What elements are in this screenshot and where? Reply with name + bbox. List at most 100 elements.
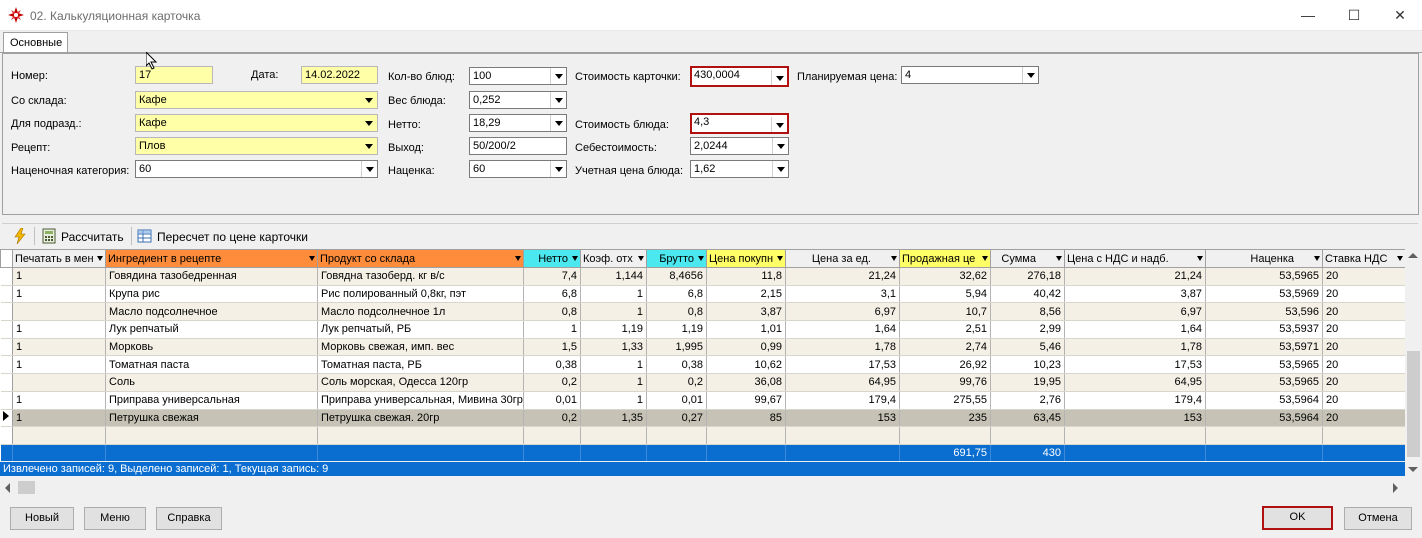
- podrazd-select[interactable]: Кафе: [135, 114, 378, 132]
- grid-cell[interactable]: 20: [1322, 285, 1405, 304]
- grid-cell[interactable]: 1: [580, 355, 647, 375]
- grid-cell[interactable]: 0,38: [646, 355, 707, 375]
- grid-cell[interactable]: 1,35: [580, 409, 647, 428]
- grid-cell[interactable]: 20: [1322, 373, 1405, 392]
- grid-cell[interactable]: Крупа рис: [105, 285, 318, 304]
- grid-cell[interactable]: 53,5965: [1205, 373, 1323, 392]
- grid-cell[interactable]: Петрушка свежая. 20гр: [317, 409, 524, 428]
- empty-row[interactable]: [0, 426, 1405, 445]
- grid-cell[interactable]: 1: [580, 373, 647, 392]
- grid-cell[interactable]: 36,08: [706, 373, 786, 392]
- grid-cell[interactable]: Говядина тазобедренная: [105, 267, 318, 286]
- col-header-nacenka[interactable]: Наценка: [1205, 249, 1323, 268]
- col-header-cena-ed[interactable]: Цена за ед.: [785, 249, 900, 268]
- grid-cell[interactable]: 10,7: [899, 302, 991, 322]
- grid-cell[interactable]: 11,8: [706, 267, 786, 286]
- vertical-scrollbar[interactable]: [1405, 249, 1422, 478]
- table-row[interactable]: 1 Приправа универсальная Приправа универса…: [0, 391, 1405, 410]
- grid-cell[interactable]: 6,97: [785, 302, 900, 322]
- grid-cell[interactable]: 26,92: [899, 355, 991, 375]
- grid-cell[interactable]: 276,18: [990, 267, 1065, 286]
- grid-cell[interactable]: 1,78: [1064, 338, 1206, 357]
- grid-cell[interactable]: 2,99: [990, 320, 1065, 339]
- grid-cell[interactable]: 1,01: [706, 320, 786, 339]
- grid-cell[interactable]: 1: [12, 391, 106, 410]
- grid-cell[interactable]: 153: [1064, 409, 1206, 428]
- grid-cell[interactable]: 3,87: [706, 302, 786, 322]
- grid-cell[interactable]: 64,95: [1064, 373, 1206, 392]
- grid-cell[interactable]: 20: [1322, 338, 1405, 357]
- grid-cell[interactable]: 53,5965: [1205, 355, 1323, 375]
- grid-cell[interactable]: 40,42: [990, 285, 1065, 304]
- table-row[interactable]: 1 Томатная паста Томатная паста, РБ 0,38 1 0,…: [0, 355, 1405, 375]
- grid-cell[interactable]: 0,8: [523, 302, 581, 322]
- table-row[interactable]: 1 Говядина тазобедренная Говядна тазоберд.…: [0, 267, 1405, 286]
- grid-cell[interactable]: 8,56: [990, 302, 1065, 322]
- horizontal-scrollbar[interactable]: [0, 479, 1422, 496]
- table-row[interactable]: 1 Морковь Морковь свежая, имп. вес 1,5 1,33 1…: [0, 338, 1405, 357]
- col-header-print[interactable]: Печатать в мен: [12, 249, 106, 268]
- chevron-down-icon[interactable]: [550, 92, 566, 108]
- row-indicator[interactable]: [0, 267, 13, 286]
- grid-cell[interactable]: 19,95: [990, 373, 1065, 392]
- scroll-thumb[interactable]: [1407, 351, 1420, 457]
- col-header-stavka-nds[interactable]: Ставка НДС: [1322, 249, 1405, 268]
- grid-cell[interactable]: 53,5937: [1205, 320, 1323, 339]
- calculate-button[interactable]: Рассчитать: [61, 230, 124, 250]
- row-indicator[interactable]: [0, 409, 13, 428]
- grid-cell[interactable]: 1,995: [646, 338, 707, 357]
- uchet-field[interactable]: 1,62: [690, 160, 789, 178]
- col-header-prodazh[interactable]: Продажная це: [899, 249, 991, 268]
- grid-cell[interactable]: 10,23: [990, 355, 1065, 375]
- grid-cell[interactable]: 20: [1322, 355, 1405, 375]
- grid-cell[interactable]: 179,4: [785, 391, 900, 410]
- netto-field[interactable]: 18,29: [469, 114, 567, 132]
- grid-cell[interactable]: Морковь: [105, 338, 318, 357]
- chevron-down-icon[interactable]: [361, 138, 377, 154]
- grid-cell[interactable]: Петрушка свежая: [105, 409, 318, 428]
- grid-cell[interactable]: Рис полированный 0,8кг, пэт: [317, 285, 524, 304]
- grid-cell[interactable]: 99,76: [899, 373, 991, 392]
- new-button[interactable]: Новый: [10, 507, 74, 530]
- grid-cell[interactable]: 53,5971: [1205, 338, 1323, 357]
- grid-cell[interactable]: 0,27: [646, 409, 707, 428]
- grid-cell[interactable]: 53,5965: [1205, 267, 1323, 286]
- help-button[interactable]: Справка: [156, 507, 222, 530]
- grid-cell[interactable]: 0,8: [646, 302, 707, 322]
- close-icon[interactable]: ✕: [1377, 0, 1422, 31]
- grid-cell[interactable]: 1,64: [1064, 320, 1206, 339]
- grid-cell[interactable]: Соль морская, Одесса 120гр: [317, 373, 524, 392]
- grid-cell[interactable]: 1,33: [580, 338, 647, 357]
- row-indicator[interactable]: [0, 391, 13, 410]
- grid-cell[interactable]: 179,4: [1064, 391, 1206, 410]
- grid-cell[interactable]: 6,97: [1064, 302, 1206, 322]
- row-indicator[interactable]: [0, 320, 13, 339]
- col-header-cena-nds[interactable]: Цена с НДС и надб.: [1064, 249, 1206, 268]
- ingredients-grid[interactable]: Печатать в мен Ингредиент в рецепте Прод…: [0, 249, 1405, 461]
- grid-cell[interactable]: 1: [12, 409, 106, 428]
- lightning-icon[interactable]: [12, 228, 28, 244]
- grid-cell[interactable]: 1: [12, 267, 106, 286]
- grid-cell[interactable]: 0,2: [523, 409, 581, 428]
- grid-cell[interactable]: Приправа универсальная, Мивина 30гр: [317, 391, 524, 410]
- grid-cell[interactable]: 1: [12, 285, 106, 304]
- grid-cell[interactable]: 99,67: [706, 391, 786, 410]
- grid-cell[interactable]: 63,45: [990, 409, 1065, 428]
- grid-cell[interactable]: 5,46: [990, 338, 1065, 357]
- grid-cell[interactable]: 235: [899, 409, 991, 428]
- table-row[interactable]: 1 Лук репчатый Лук репчатый, РБ 1 1,19 1,19 1,…: [0, 320, 1405, 339]
- col-header-cena-pokup[interactable]: Цена покупн: [706, 249, 786, 268]
- col-header-brutto[interactable]: Брутто: [646, 249, 707, 268]
- grid-cell[interactable]: 0,01: [646, 391, 707, 410]
- grid-cell[interactable]: 32,62: [899, 267, 991, 286]
- grid-cell[interactable]: 153: [785, 409, 900, 428]
- scroll-left-icon[interactable]: [5, 483, 10, 493]
- grid-cell[interactable]: 21,24: [1064, 267, 1206, 286]
- chevron-down-icon[interactable]: [771, 117, 787, 132]
- grid-cell[interactable]: 8,4656: [646, 267, 707, 286]
- scroll-down-icon[interactable]: [1408, 467, 1418, 472]
- grid-cell[interactable]: 1: [580, 285, 647, 304]
- scroll-up-icon[interactable]: [1408, 253, 1418, 258]
- scroll-thumb[interactable]: [18, 481, 35, 494]
- grid-cell[interactable]: 1: [12, 338, 106, 357]
